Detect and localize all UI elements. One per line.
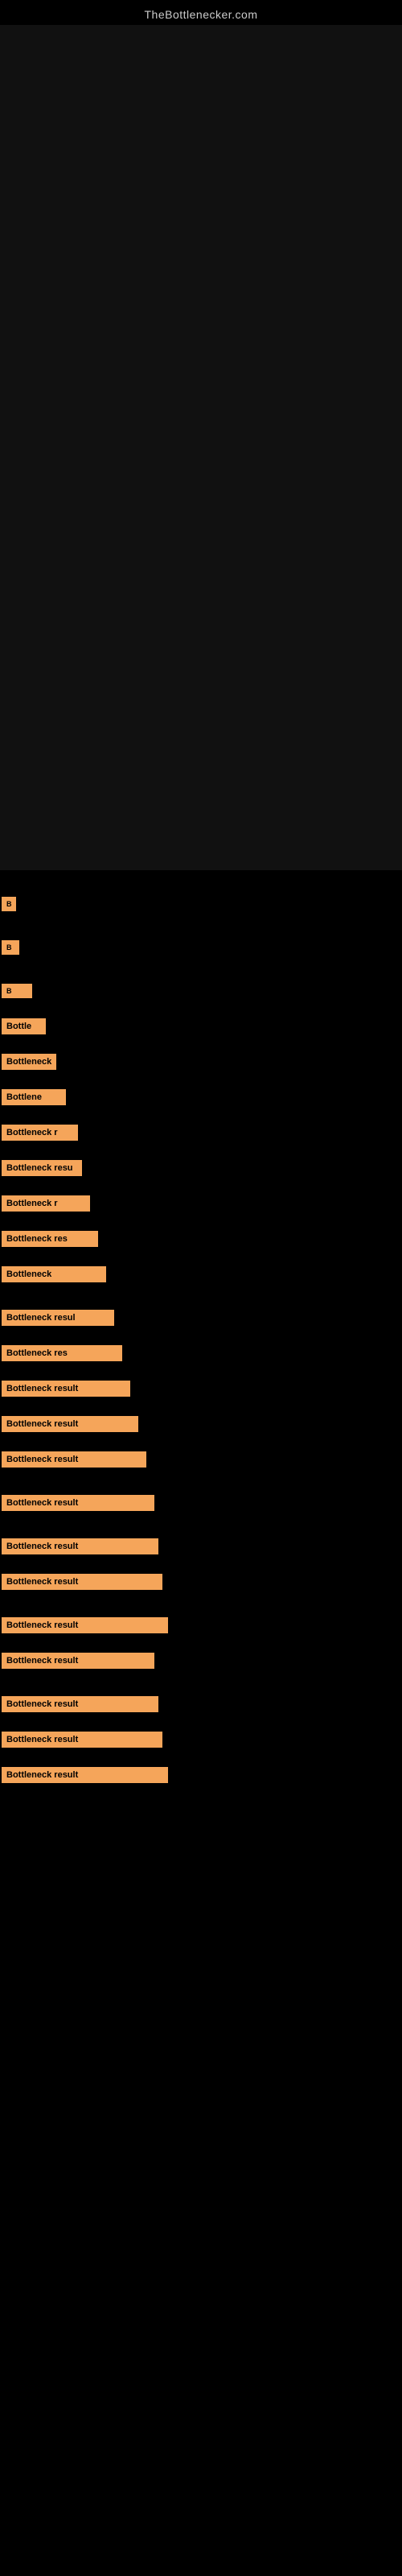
spacer bbox=[0, 1678, 402, 1686]
site-header: TheBottlenecker.com bbox=[0, 0, 402, 25]
bottleneck-result-label: Bottleneck r bbox=[2, 1195, 90, 1212]
bottleneck-result-label: Bottlene bbox=[2, 1089, 66, 1105]
site-title-text: TheBottlenecker.com bbox=[144, 8, 257, 21]
result-row: Bottleneck resul bbox=[0, 1300, 402, 1335]
bottleneck-result-label: Bottleneck bbox=[2, 1266, 106, 1282]
bottleneck-result-label: Bottleneck res bbox=[2, 1345, 122, 1361]
bottleneck-result-label: Bottleneck result bbox=[2, 1767, 168, 1783]
chart-area bbox=[0, 25, 402, 870]
bottleneck-result-label: Bottleneck result bbox=[2, 1451, 146, 1468]
bottleneck-result-label: B bbox=[2, 940, 19, 955]
results-area: B B B Bottle Bottleneck Bottlene Bottleneck r B… bbox=[0, 870, 402, 1801]
result-row: Bottleneck bbox=[0, 1044, 402, 1080]
bottleneck-result-label: Bottleneck resu bbox=[2, 1160, 82, 1176]
bottleneck-result-label: Bottleneck result bbox=[2, 1574, 162, 1590]
result-row: Bottleneck resu bbox=[0, 1150, 402, 1186]
result-row: Bottleneck result bbox=[0, 1757, 402, 1793]
bottleneck-result-label: Bottle bbox=[2, 1018, 46, 1034]
result-row: B bbox=[0, 930, 402, 965]
result-row: Bottle bbox=[0, 1009, 402, 1044]
result-row: Bottleneck result bbox=[0, 1406, 402, 1442]
result-row: Bottlene bbox=[0, 1080, 402, 1115]
result-row: Bottleneck result bbox=[0, 1643, 402, 1678]
result-row: Bottleneck res bbox=[0, 1221, 402, 1257]
spacer bbox=[0, 922, 402, 930]
result-row: Bottleneck result bbox=[0, 1371, 402, 1406]
result-row: Bottleneck result bbox=[0, 1485, 402, 1521]
result-row: Bottleneck result bbox=[0, 1564, 402, 1600]
bottleneck-result-label: Bottleneck bbox=[2, 1054, 56, 1070]
bottleneck-result-label: Bottleneck result bbox=[2, 1732, 162, 1748]
bottleneck-result-label: B bbox=[2, 897, 16, 911]
bottleneck-result-label: Bottleneck result bbox=[2, 1617, 168, 1633]
result-row: Bottleneck result bbox=[0, 1442, 402, 1477]
bottleneck-result-label: Bottleneck result bbox=[2, 1416, 138, 1432]
result-row: Bottleneck r bbox=[0, 1186, 402, 1221]
result-row: Bottleneck result bbox=[0, 1529, 402, 1564]
spacer bbox=[0, 965, 402, 973]
bottleneck-result-label: Bottleneck res bbox=[2, 1231, 98, 1247]
result-row: Bottleneck bbox=[0, 1257, 402, 1292]
result-row: Bottleneck result bbox=[0, 1686, 402, 1722]
result-row: B bbox=[0, 886, 402, 922]
result-row: Bottleneck result bbox=[0, 1722, 402, 1757]
result-row: Bottleneck r bbox=[0, 1115, 402, 1150]
bottleneck-result-label: Bottleneck resul bbox=[2, 1310, 114, 1326]
result-row: Bottleneck res bbox=[0, 1335, 402, 1371]
bottleneck-result-label: Bottleneck result bbox=[2, 1538, 158, 1554]
bottleneck-result-label: B bbox=[2, 984, 32, 998]
spacer bbox=[0, 1477, 402, 1485]
result-row: B bbox=[0, 973, 402, 1009]
spacer bbox=[0, 1292, 402, 1300]
bottleneck-result-label: Bottleneck result bbox=[2, 1381, 130, 1397]
bottleneck-result-label: Bottleneck result bbox=[2, 1696, 158, 1712]
spacer bbox=[0, 1600, 402, 1608]
page-wrapper: TheBottlenecker.com BBBBottleBottleneckB… bbox=[0, 0, 402, 1801]
bottleneck-result-label: Bottleneck result bbox=[2, 1495, 154, 1511]
result-row: Bottleneck result bbox=[0, 1608, 402, 1643]
spacer bbox=[0, 1521, 402, 1529]
bottleneck-result-label: Bottleneck result bbox=[2, 1653, 154, 1669]
bottleneck-result-label: Bottleneck r bbox=[2, 1125, 78, 1141]
